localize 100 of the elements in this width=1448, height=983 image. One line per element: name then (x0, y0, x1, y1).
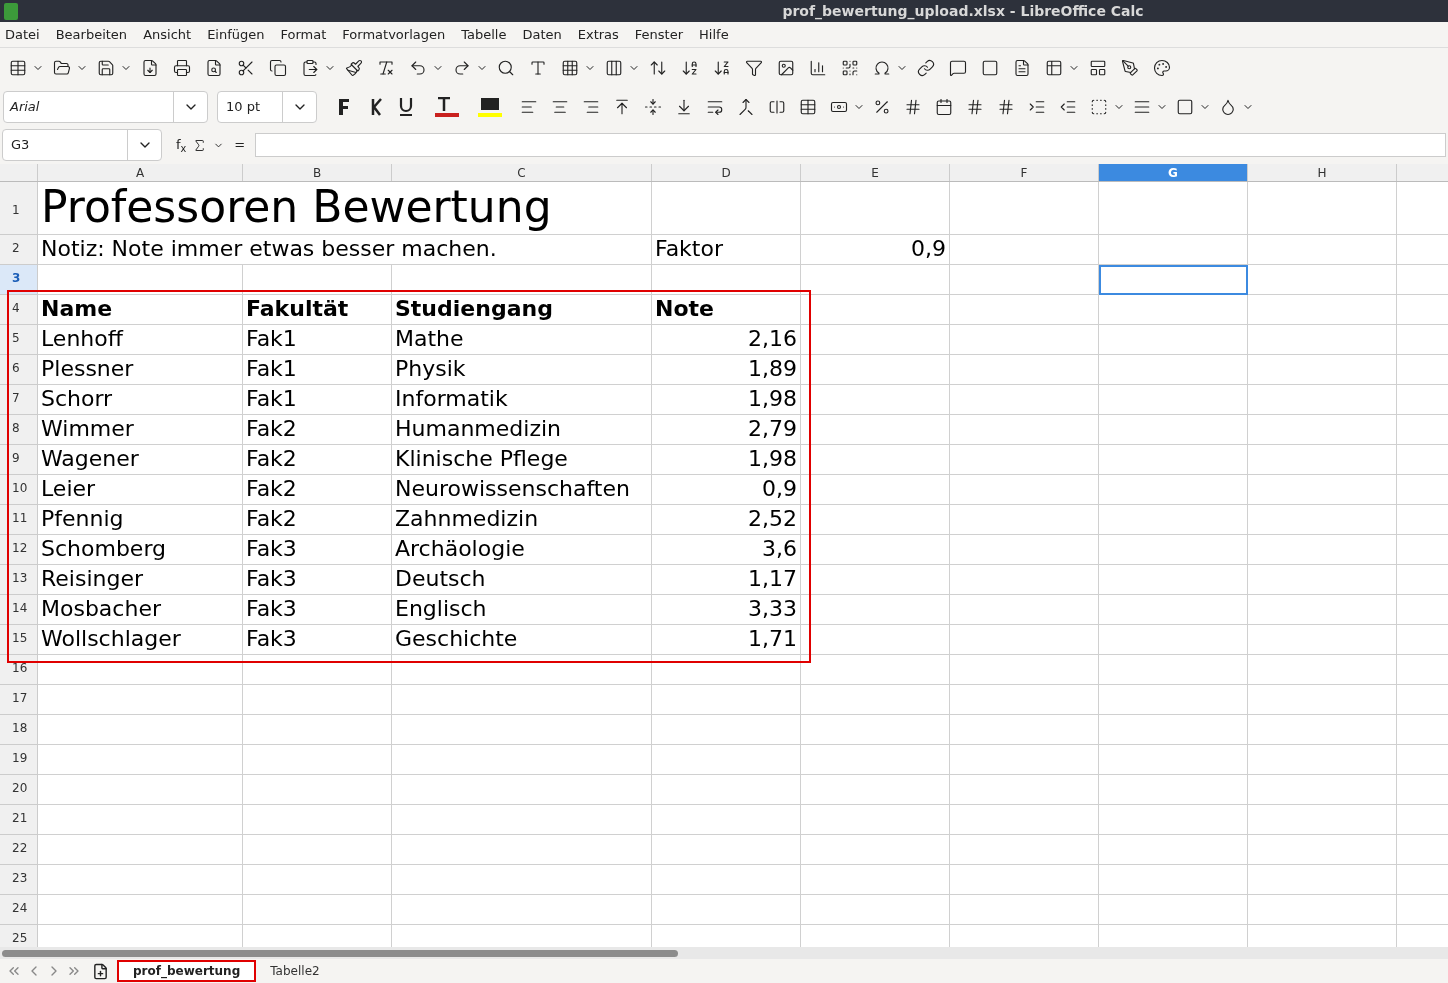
empty-cell[interactable] (652, 835, 801, 865)
empty-cell[interactable] (950, 325, 1099, 355)
empty-cell[interactable] (1248, 595, 1397, 625)
empty-cell[interactable] (243, 715, 392, 745)
empty-cell[interactable] (801, 295, 950, 325)
empty-cell[interactable] (652, 182, 801, 235)
empty-cell[interactable] (1099, 685, 1248, 715)
empty-cell[interactable] (950, 595, 1099, 625)
empty-cell[interactable] (392, 865, 652, 895)
empty-cell[interactable] (1099, 835, 1248, 865)
empty-cell[interactable] (652, 865, 801, 895)
menu-item[interactable]: Hilfe (693, 24, 735, 45)
row-header[interactable]: 20 (0, 775, 38, 805)
name-box[interactable]: G3 (2, 129, 162, 161)
empty-cell[interactable] (950, 355, 1099, 385)
empty-cell[interactable] (801, 505, 950, 535)
empty-cell[interactable] (950, 475, 1099, 505)
empty-cell[interactable] (1099, 182, 1248, 235)
row-header[interactable]: 13 (0, 565, 38, 595)
empty-cell[interactable] (652, 745, 801, 775)
empty-cell[interactable] (1248, 535, 1397, 565)
empty-cell[interactable] (801, 325, 950, 355)
empty-cell[interactable] (1099, 505, 1248, 535)
row-header[interactable]: 19 (0, 745, 38, 775)
empty-cell[interactable] (652, 265, 801, 295)
empty-cell[interactable] (801, 565, 950, 595)
row-header[interactable]: 2 (0, 235, 38, 265)
empty-cell[interactable] (1099, 445, 1248, 475)
row-header[interactable]: 14 (0, 595, 38, 625)
empty-cell[interactable] (950, 182, 1099, 235)
empty-cell[interactable] (1099, 805, 1248, 835)
row-header[interactable]: 24 (0, 895, 38, 925)
empty-cell[interactable] (243, 775, 392, 805)
empty-cell[interactable] (392, 805, 652, 835)
empty-cell[interactable] (950, 805, 1099, 835)
empty-cell[interactable] (1248, 505, 1397, 535)
empty-cell[interactable] (392, 775, 652, 805)
empty-cell[interactable] (950, 685, 1099, 715)
empty-cell[interactable] (1248, 445, 1397, 475)
empty-cell[interactable] (1099, 295, 1248, 325)
menu-item[interactable]: Extras (571, 24, 625, 45)
empty-cell[interactable] (243, 865, 392, 895)
empty-cell[interactable] (950, 835, 1099, 865)
empty-cell[interactable] (1248, 475, 1397, 505)
empty-cell[interactable] (1099, 895, 1248, 925)
empty-cell[interactable] (1248, 565, 1397, 595)
empty-cell[interactable] (1248, 895, 1397, 925)
empty-cell[interactable] (652, 775, 801, 805)
empty-cell[interactable] (950, 895, 1099, 925)
scrollbar[interactable] (2, 949, 678, 957)
row-header[interactable]: 25 (0, 925, 38, 947)
empty-cell[interactable] (1248, 805, 1397, 835)
empty-cell[interactable] (1248, 235, 1397, 265)
row-header[interactable]: 22 (0, 835, 38, 865)
formula-input[interactable] (255, 133, 1446, 157)
empty-cell[interactable] (1099, 475, 1248, 505)
row-header[interactable]: 1 (0, 182, 38, 235)
empty-cell[interactable] (950, 415, 1099, 445)
empty-cell[interactable] (652, 685, 801, 715)
empty-cell[interactable] (801, 475, 950, 505)
empty-cell[interactable] (801, 625, 950, 655)
menu-item[interactable]: Tabelle (455, 24, 513, 45)
menu-item[interactable]: Fenster (628, 24, 690, 45)
empty-cell[interactable] (1099, 595, 1248, 625)
empty-cell[interactable] (1248, 865, 1397, 895)
menu-item[interactable]: Format (274, 24, 333, 45)
row-header[interactable]: 16 (0, 655, 38, 685)
row-header[interactable]: 21 (0, 805, 38, 835)
sheet-tab[interactable]: Tabelle2 (256, 960, 334, 982)
empty-cell[interactable] (1099, 775, 1248, 805)
empty-cell[interactable] (801, 265, 950, 295)
empty-cell[interactable] (243, 685, 392, 715)
empty-cell[interactable] (652, 655, 801, 685)
empty-cell[interactable] (1099, 235, 1248, 265)
empty-cell[interactable] (1099, 325, 1248, 355)
empty-cell[interactable] (950, 385, 1099, 415)
empty-cell[interactable] (801, 182, 950, 235)
row-header[interactable]: 17 (0, 685, 38, 715)
empty-cell[interactable] (801, 535, 950, 565)
empty-cell[interactable] (392, 685, 652, 715)
menu-item[interactable]: Einfügen (201, 24, 271, 45)
empty-cell[interactable] (1248, 745, 1397, 775)
empty-cell[interactable] (950, 655, 1099, 685)
row-header[interactable]: 4 (0, 295, 38, 325)
row-header[interactable]: 5 (0, 325, 38, 355)
empty-cell[interactable] (1099, 565, 1248, 595)
sheet-tab[interactable]: prof_bewertung (117, 960, 257, 982)
empty-cell[interactable] (801, 835, 950, 865)
font-size-field[interactable]: 10 pt (217, 91, 317, 123)
menu-item[interactable]: Formatvorlagen (336, 24, 452, 45)
empty-cell[interactable] (1099, 385, 1248, 415)
empty-cell[interactable] (1248, 685, 1397, 715)
empty-cell[interactable] (801, 745, 950, 775)
row-header[interactable]: 15 (0, 625, 38, 655)
menu-item[interactable]: Daten (516, 24, 568, 45)
empty-cell[interactable] (392, 715, 652, 745)
empty-cell[interactable] (1248, 295, 1397, 325)
empty-cell[interactable] (1099, 625, 1248, 655)
empty-cell[interactable] (801, 415, 950, 445)
row-header[interactable]: 3 (0, 265, 38, 295)
